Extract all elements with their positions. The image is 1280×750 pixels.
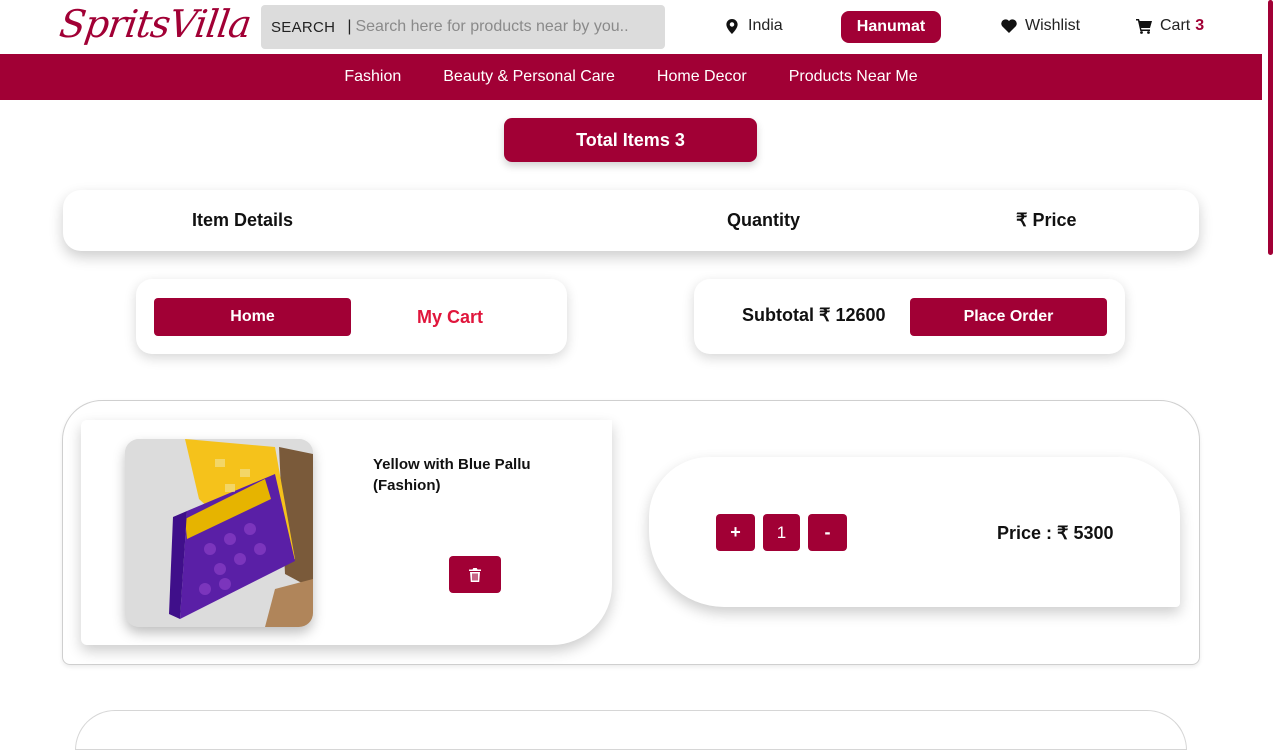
cart-nav-bar: Home My Cart xyxy=(136,279,567,354)
trash-icon xyxy=(469,567,481,582)
search-input[interactable] xyxy=(355,18,656,36)
wishlist-label: Wishlist xyxy=(1025,17,1081,34)
subtotal-text: Subtotal ₹ 12600 xyxy=(742,305,886,325)
user-button[interactable]: Hanumat xyxy=(841,11,941,43)
cart-count-badge: 3 xyxy=(1195,17,1205,34)
increase-quantity-button[interactable]: + xyxy=(716,514,755,551)
cart-column-header: Item Details Quantity ₹ Price xyxy=(63,190,1199,251)
quantity-price-card: + 1 - Price : ₹ 5300 xyxy=(649,457,1180,607)
delete-item-button[interactable] xyxy=(449,556,501,593)
heart-icon xyxy=(1001,19,1017,33)
column-price: ₹ Price xyxy=(1016,210,1077,230)
checkout-bar: Subtotal ₹ 12600 Place Order xyxy=(694,279,1125,354)
map-pin-icon xyxy=(726,18,738,34)
column-item-details: Item Details xyxy=(192,210,294,230)
search-label: SEARCH xyxy=(271,18,336,36)
nav-item-fashion[interactable]: Fashion xyxy=(344,68,401,86)
location-selector[interactable]: India xyxy=(726,17,783,35)
product-image[interactable] xyxy=(125,439,313,627)
total-items-badge: Total Items 3 xyxy=(504,118,757,162)
cart-link[interactable]: Cart 3 xyxy=(1136,17,1204,35)
category-nav: Fashion Beauty & Personal Care Home Deco… xyxy=(0,54,1262,100)
wishlist-link[interactable]: Wishlist xyxy=(1001,17,1080,35)
scrollbar-thumb[interactable] xyxy=(1268,0,1273,255)
product-name[interactable]: Yellow with Blue Pallu (Fashion) xyxy=(373,454,563,496)
cart-item-row-next xyxy=(75,710,1187,750)
home-button[interactable]: Home xyxy=(154,298,351,336)
quantity-value: 1 xyxy=(763,514,800,551)
cart-label: Cart xyxy=(1160,17,1191,34)
top-header: SpritsVilla SEARCH | India Hanumat Wishl… xyxy=(0,0,1262,54)
column-quantity: Quantity xyxy=(727,210,801,230)
search-bar[interactable]: SEARCH | xyxy=(261,5,665,49)
my-cart-label: My Cart xyxy=(417,307,484,327)
location-label: India xyxy=(748,17,783,34)
search-separator: | xyxy=(347,18,352,35)
nav-item-products-near-me[interactable]: Products Near Me xyxy=(789,68,918,86)
item-price: Price : ₹ 5300 xyxy=(997,523,1114,543)
place-order-button[interactable]: Place Order xyxy=(910,298,1107,336)
nav-item-beauty[interactable]: Beauty & Personal Care xyxy=(443,68,615,86)
decrease-quantity-button[interactable]: - xyxy=(808,514,847,551)
cart-item-details-card: Yellow with Blue Pallu (Fashion) xyxy=(81,420,612,645)
nav-item-home-decor[interactable]: Home Decor xyxy=(657,68,747,86)
shopping-cart-icon xyxy=(1136,18,1152,34)
logo[interactable]: SpritsVilla xyxy=(57,2,254,46)
